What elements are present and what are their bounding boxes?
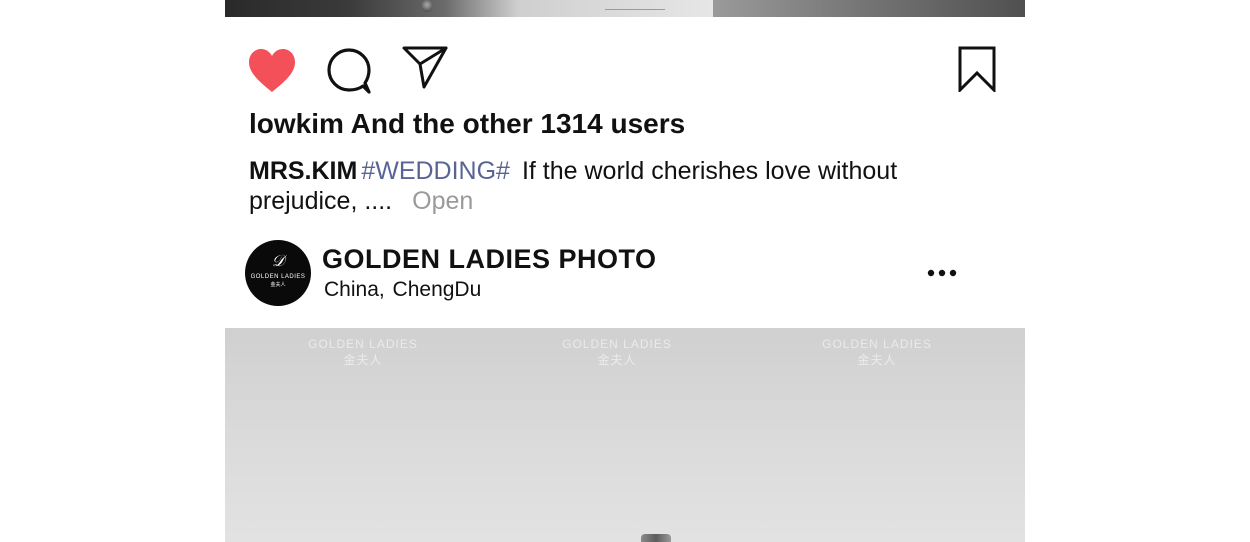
watermark-line: GOLDEN LADIES: [308, 337, 418, 351]
watermark-line: 金夫人: [597, 353, 637, 367]
caption-open-link[interactable]: Open: [412, 187, 473, 215]
post-caption: MRS.KIM #WEDDING# If the world cherishes l…: [249, 156, 949, 216]
post-header: 𝒟 GOLDEN LADIES 金夫人 GOLDEN LADIES PHOTO …: [245, 240, 1005, 306]
previous-post-photo[interactable]: [225, 0, 1025, 17]
watermark-line: GOLDEN LADIES: [562, 337, 672, 351]
watermark-line: GOLDEN LADIES: [822, 337, 932, 351]
paper-plane-icon[interactable]: [401, 44, 449, 90]
location-country: China,: [324, 278, 385, 301]
watermark-line: 金夫人: [343, 353, 383, 367]
caption-hashtag[interactable]: #WEDDING#: [361, 157, 510, 185]
post-action-bar: [225, 40, 1025, 96]
post-location[interactable]: China, ChengDu: [324, 278, 481, 302]
account-name[interactable]: GOLDEN LADIES PHOTO: [322, 244, 657, 275]
photo-seam: [605, 9, 665, 10]
photo-watermark: GOLDEN LADIES 金夫人: [537, 336, 697, 368]
coat-button: [421, 0, 433, 12]
location-city: ChengDu: [392, 278, 482, 301]
next-post-photo[interactable]: GOLDEN LADIES 金夫人 GOLDEN LADIES 金夫人 GOLD…: [225, 328, 1025, 542]
caption-author[interactable]: MRS.KIM: [249, 157, 357, 185]
photo-watermark: GOLDEN LADIES 金夫人: [797, 336, 957, 368]
heart-filled-icon[interactable]: [247, 48, 297, 94]
likes-count[interactable]: lowkim And the other 1314 users: [249, 108, 685, 140]
photo-left-half: [225, 0, 713, 17]
photo-watermark: GOLDEN LADIES 金夫人: [283, 336, 443, 368]
avatar-monogram: 𝒟: [271, 253, 285, 270]
avatar-sub-text: 金夫人: [270, 282, 286, 288]
photo-right-half: [713, 0, 1025, 17]
avatar[interactable]: 𝒟 GOLDEN LADIES 金夫人: [245, 240, 311, 306]
photo-subject: [641, 534, 671, 542]
bookmark-icon[interactable]: [958, 46, 996, 92]
avatar-brand-text: GOLDEN LADIES: [250, 274, 306, 280]
ellipsis-icon[interactable]: [927, 268, 957, 278]
watermark-line: 金夫人: [857, 353, 897, 367]
speech-bubble-icon[interactable]: [325, 46, 373, 94]
